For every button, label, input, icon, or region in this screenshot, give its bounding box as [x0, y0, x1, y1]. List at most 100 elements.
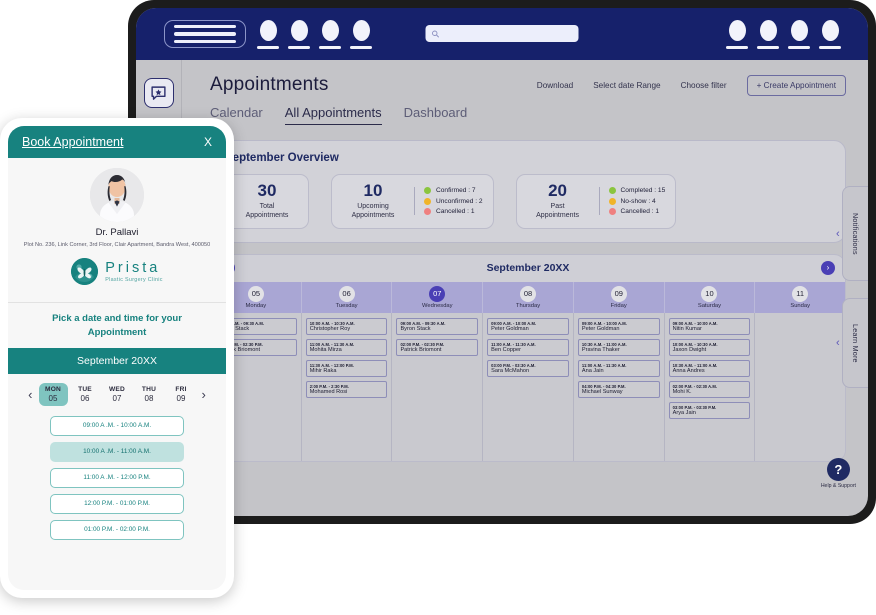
nav-item-label-placeholder [257, 46, 279, 50]
question-mark-icon: ? [826, 458, 850, 481]
time-slot[interactable]: 09:00 A .M. - 10:00 A.M. [50, 415, 184, 436]
clinic-logo-text: Prista Plastic Surgery Clinic [105, 261, 163, 284]
appointment-time: 10:00 A.M. - 10:30 A.M. [672, 341, 718, 347]
appointment-card[interactable]: 11:00 A.M. - 11:30 A.M. Ben Copper [487, 338, 569, 357]
appointment-card[interactable]: 03:00 P.M. - 03:30 P.M. Arya Jain [668, 401, 751, 420]
appointment-card[interactable]: 10:00 A.M. - 10:30 A.M. Jaxon Dwight [668, 338, 751, 357]
day-strip-days: MON 05 TUE 06 WED 07 THU 08 FRI 09 [38, 382, 196, 406]
doctor-address: Plot No. 236, Link Corner, 3rd Floor, Cl… [23, 242, 211, 248]
calendar-day-header[interactable]: 07 Wednesday [392, 281, 484, 313]
stat-card-main: 30 Total Appointments [236, 182, 298, 221]
help-support-button[interactable]: ? Help & Support [821, 458, 856, 489]
time-slot[interactable]: 10:00 A .M. - 11:00 A.M. [50, 441, 184, 462]
calendar-day-header[interactable]: 10 Saturday [665, 281, 756, 313]
appointment-time: 09:00 A.M. - 10:00 A.M. [581, 320, 627, 326]
side-tab-notifications[interactable]: ‹ Notifications [836, 186, 868, 281]
nav-item-label-placeholder [288, 46, 310, 50]
appointment-time: 2:00 P.M. - 2:30 P.M. [309, 383, 349, 389]
calendar-day-header[interactable]: 06 Tuesday [302, 281, 393, 313]
time-slot[interactable]: 01:00 P.M. - 02:00 P.M. [50, 519, 184, 540]
select-date-range-link[interactable]: Select date Range [593, 81, 660, 90]
appointment-time: 03:00 P.M. - 03:30 P.M. [672, 404, 717, 410]
appointment-time: 11:00 A.M. - 11:30 A.M. [491, 341, 536, 347]
nav-right-item[interactable] [726, 20, 748, 50]
calendar-day-name: Thursday [515, 302, 541, 309]
nav-item-icon [321, 20, 339, 41]
modal-title: Book Appointment [22, 135, 124, 149]
nav-item-icon [290, 20, 308, 41]
day-strip-day[interactable]: TUE 06 [71, 383, 100, 406]
day-strip-day[interactable]: FRI 09 [167, 383, 196, 406]
time-slot[interactable]: 11:00 A .M. - 12:00 P.M. [50, 467, 184, 488]
appointment-patient-name: Nitin Kumar [672, 326, 702, 333]
tab-all-appointments[interactable]: All Appointments [284, 105, 382, 125]
nav-left-item[interactable] [319, 20, 341, 50]
appointment-card[interactable]: 09:00 A.M. - 10:00 A.M. Peter Goldman [487, 317, 569, 336]
search-input[interactable] [425, 25, 579, 42]
appointment-card[interactable]: 09:00 A.M. - 09:30 A.M. Byron Stack [396, 317, 479, 336]
appointment-time: 09:00 A.M. - 09:30 A.M. [400, 320, 446, 326]
day-strip-day[interactable]: THU 08 [135, 383, 164, 406]
nav-right-item[interactable] [819, 20, 841, 50]
side-tab-learn-more[interactable]: ‹ Learn More [836, 298, 868, 388]
appointment-card[interactable]: 02:00 P.M. - 02:30 A.M. Mohi K. [668, 380, 751, 399]
nav-left-item[interactable] [288, 20, 310, 50]
appointment-patient-name: Peter Goldman [491, 326, 529, 333]
stat-card-main: 20 Past Appointments [527, 182, 589, 221]
calendar-day-name: Monday [245, 302, 267, 309]
create-appointment-button[interactable]: + Create Appointment [746, 74, 846, 96]
appointment-time: 04:00 P.M. - 04:30 P.M. [581, 383, 626, 389]
appointment-card[interactable]: 02:00 P.M. - 02:30 P.M. Patrick Briomont [396, 338, 479, 357]
calendar-next-button[interactable]: › [821, 261, 835, 276]
appointment-card[interactable]: 09:00 A.M. - 10:00 A.M. Nitin Kumar [668, 317, 751, 336]
nav-right-item[interactable] [788, 20, 810, 50]
appointment-card[interactable]: 09:00 A.M. - 10:00 A.M. Peter Goldman [577, 317, 660, 336]
calendar-day-head-inner: 09 Friday [574, 282, 664, 313]
time-slot[interactable]: 12:00 P.M. - 01:00 P.M. [50, 493, 184, 514]
calendar-day-head-inner: 07 Wednesday [392, 282, 482, 313]
appointment-patient-name: Mohamed Rosi [309, 389, 348, 396]
nav-left-item[interactable] [350, 20, 372, 50]
calendar-day-number: 10 [701, 285, 718, 302]
appointment-card[interactable]: 03:00 P.M. - 03:30 A.M. Sara McMahon [487, 359, 569, 378]
day-strip-next-button[interactable]: › [199, 387, 209, 402]
calendar-day-header[interactable]: 11 Sunday [755, 282, 845, 313]
nav-right-item[interactable] [757, 20, 779, 50]
appointment-card[interactable]: 11:30 A.M. - 12:00 P.M. Mihir Raka [305, 359, 388, 378]
day-strip-day[interactable]: WED 07 [103, 383, 132, 406]
download-link[interactable]: Download [537, 81, 573, 90]
appointment-card[interactable]: 04:00 P.M. - 04:30 P.M. Michael Sunway [577, 380, 660, 399]
choose-filter-link[interactable]: Choose filter [681, 81, 727, 90]
appointment-patient-name: Ben Copper [491, 347, 522, 354]
calendar-month-label: September 20XX [486, 262, 570, 275]
appointment-card[interactable]: 2:00 P.M. - 2:30 P.M. Mohamed Rosi [305, 380, 388, 399]
appointment-card[interactable]: 11:00 A.M. - 11:30 A.M. Ana Jain [577, 359, 660, 378]
close-icon[interactable]: X [204, 135, 212, 149]
day-strip-prev-button[interactable]: ‹ [25, 387, 35, 402]
stat-number: 30 [257, 181, 277, 200]
hamburger-menu-icon[interactable] [164, 20, 246, 48]
stat-legend: Completed : 15 No-show : 4 Cancelled : 1 [598, 187, 666, 216]
appointment-patient-name: Sara McMahon [491, 368, 530, 375]
stat-card: 10 Upcoming Appointments Confirmed : 7 Unco… [331, 174, 494, 229]
calendar-day-header[interactable]: 09 Friday [574, 281, 665, 313]
calendar-day-name: Sunday [790, 302, 810, 309]
nav-item-label-placeholder [788, 46, 810, 50]
main-content: Appointments Download Select date Range … [182, 60, 868, 516]
calendar-day-header[interactable]: 08 Thursday [483, 281, 574, 313]
appointment-card[interactable]: 10:30 A.M. - 11:00 A.M. Anna Andres [668, 359, 751, 378]
star-message-icon[interactable] [143, 78, 174, 108]
screenshot-root: Appointments Download Select date Range … [0, 0, 876, 615]
nav-left-item[interactable] [257, 20, 279, 50]
tab-dashboard[interactable]: Dashboard [404, 105, 468, 125]
calendar-day-head-inner: 11 Sunday [755, 282, 845, 313]
appointment-patient-name: Pravina Thaker [581, 347, 620, 354]
appointment-card[interactable]: 10:00 A.M. - 10:30 A.M. Christopher Roy [305, 317, 388, 336]
appointment-patient-name: Arya Jain [672, 410, 696, 417]
legend-row: No-show : 4 [608, 197, 666, 205]
side-tab-notifications-label: Notifications [851, 212, 860, 255]
appointment-card[interactable]: 10:30 A.M. - 11:00 A.M. Pravina Thaker [577, 338, 660, 357]
day-strip-day[interactable]: MON 05 [38, 382, 68, 406]
stat-label: Upcoming Appointments [351, 202, 395, 220]
appointment-card[interactable]: 11:00 A.M. - 11:30 A.M. Mohita Mirza [305, 338, 388, 357]
